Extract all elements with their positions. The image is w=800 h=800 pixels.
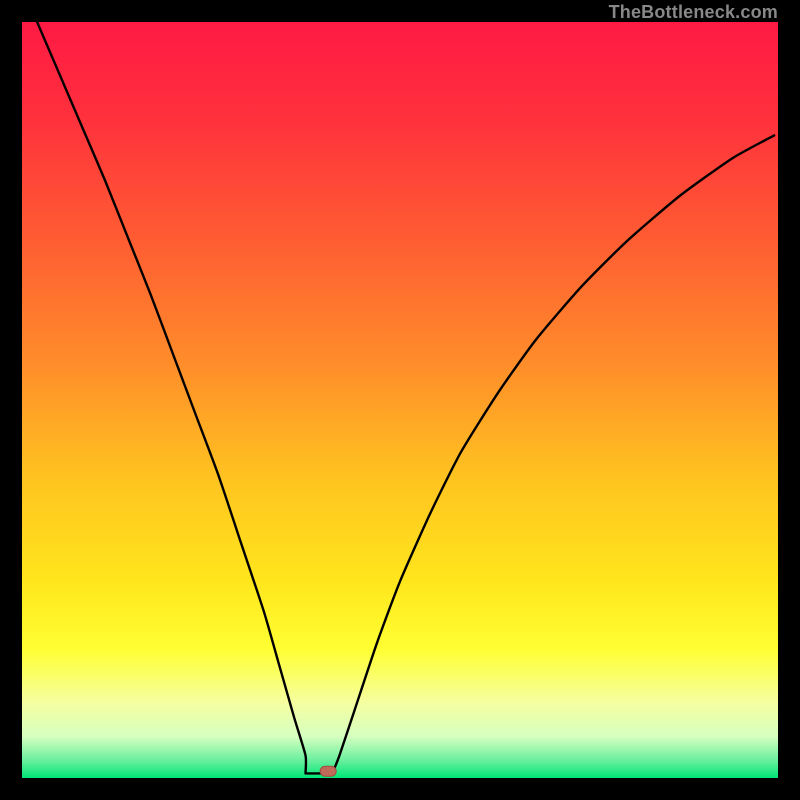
chart-frame — [22, 22, 778, 778]
bottleneck-chart — [22, 22, 778, 778]
gradient-background — [22, 22, 778, 778]
optimal-marker — [320, 766, 336, 776]
watermark-label: TheBottleneck.com — [609, 2, 778, 23]
